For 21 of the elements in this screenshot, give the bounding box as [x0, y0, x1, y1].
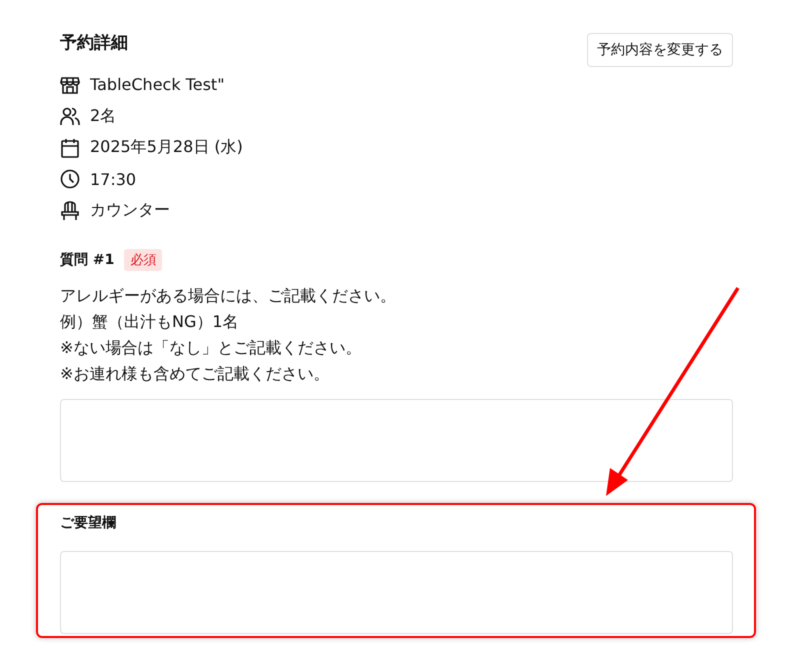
- detail-text: TableCheck Test": [90, 75, 225, 94]
- question-text: ※お連れ様も含めてご記載ください。: [60, 363, 330, 385]
- detail-text: カウンター: [90, 200, 170, 221]
- clock-icon: [60, 169, 80, 189]
- question-text: 例）蟹（出汁もNG）1名: [60, 311, 240, 333]
- question-label: 質問 #1: [60, 251, 114, 269]
- change-reservation-button[interactable]: 予約内容を変更する: [587, 33, 733, 67]
- store-icon: [60, 74, 80, 94]
- requests-field[interactable]: [60, 551, 733, 634]
- chair-icon: [60, 200, 80, 220]
- people-icon: [60, 106, 80, 126]
- question-text: アレルギーがある場合には、ご記載ください。: [60, 285, 397, 307]
- calendar-icon: [60, 138, 80, 158]
- requests-label: ご要望欄: [60, 514, 117, 532]
- required-badge: 必須: [124, 249, 162, 271]
- section-title: 予約詳細: [60, 32, 128, 54]
- question-text: ※ない場合は「なし」とご記載ください。: [60, 337, 362, 359]
- detail-text: 2025年5月28日 (水): [90, 137, 243, 158]
- detail-text: 2名: [90, 106, 116, 126]
- answer-field[interactable]: [60, 399, 733, 482]
- detail-text: 17:30: [90, 170, 136, 188]
